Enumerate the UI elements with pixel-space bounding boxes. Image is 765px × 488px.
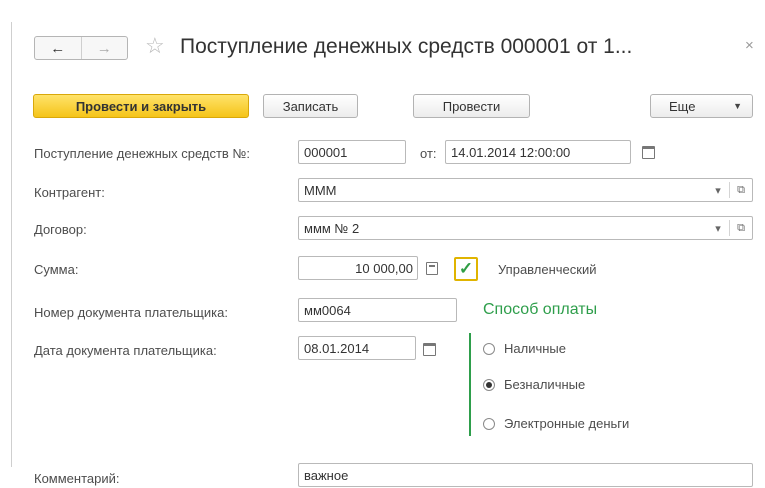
- close-icon[interactable]: ×: [745, 37, 754, 55]
- navigation-buttons: ← →: [34, 36, 128, 60]
- contract-value: ммм № 2: [304, 220, 360, 236]
- contract-field[interactable]: ммм № 2 ▾ ⧉: [298, 216, 753, 240]
- calendar-button[interactable]: [420, 340, 438, 358]
- checkmark-icon: ✓: [458, 259, 474, 278]
- managerial-checkbox[interactable]: ✓: [454, 257, 478, 281]
- post-and-close-button[interactable]: Провести и закрыть: [33, 94, 249, 118]
- payer-doc-date-field[interactable]: 08.01.2014: [298, 336, 416, 360]
- counterparty-field[interactable]: МММ ▾ ⧉: [298, 178, 753, 202]
- comment-field[interactable]: важное: [298, 463, 753, 487]
- favorite-star-icon[interactable]: ☆: [145, 34, 165, 58]
- radio-e-money[interactable]: [483, 418, 495, 430]
- counterparty-label: Контрагент:: [34, 185, 105, 200]
- amount-label: Сумма:: [34, 262, 79, 277]
- calculator-icon: [426, 261, 438, 275]
- payer-doc-number-label: Номер документа плательщика:: [34, 305, 228, 320]
- open-form-icon[interactable]: ⧉: [732, 181, 750, 199]
- amount-field[interactable]: 10 000,00: [298, 256, 418, 280]
- back-button[interactable]: ←: [35, 37, 81, 59]
- dropdown-arrow-icon[interactable]: ▾: [709, 181, 727, 199]
- radio-e-money-label[interactable]: Электронные деньги: [504, 416, 629, 432]
- radio-non-cash-label[interactable]: Безналичные: [504, 377, 585, 393]
- open-form-icon[interactable]: ⧉: [732, 219, 750, 237]
- radio-cash-label[interactable]: Наличные: [504, 341, 566, 357]
- counterparty-value: МММ: [304, 182, 337, 198]
- page-title: Поступление денежных средств 000001 от 1…: [180, 35, 633, 58]
- post-button[interactable]: Провести: [413, 94, 530, 118]
- doc-number-field[interactable]: 000001: [298, 140, 406, 164]
- forward-button[interactable]: →: [80, 37, 128, 59]
- divider: [729, 220, 730, 236]
- doc-number-label: Поступление денежных средств №:: [34, 146, 251, 161]
- back-arrow-icon: ←: [50, 39, 66, 57]
- contract-label: Договор:: [34, 222, 87, 237]
- calculator-button[interactable]: [423, 259, 441, 277]
- divider: [729, 182, 730, 198]
- more-label: Еще: [669, 98, 696, 114]
- payment-group-divider: [469, 333, 471, 436]
- forward-arrow-icon: →: [96, 39, 112, 57]
- contract-controls: ▾ ⧉: [709, 219, 750, 237]
- calendar-button[interactable]: [639, 143, 657, 161]
- save-button[interactable]: Записать: [263, 94, 358, 118]
- comment-label: Комментарий:: [34, 471, 120, 486]
- payment-method-title: Способ оплаты: [483, 301, 598, 318]
- calendar-icon: [641, 145, 655, 159]
- payer-doc-number-field[interactable]: мм0064: [298, 298, 457, 322]
- chevron-down-icon: ▼: [733, 101, 742, 111]
- payer-doc-date-label: Дата документа плательщика:: [34, 343, 217, 358]
- radio-non-cash[interactable]: [483, 379, 495, 391]
- radio-cash[interactable]: [483, 343, 495, 355]
- dropdown-arrow-icon[interactable]: ▾: [709, 219, 727, 237]
- managerial-label: Управленческий: [498, 262, 597, 277]
- calendar-icon: [422, 342, 436, 356]
- more-button[interactable]: Еще ▼: [650, 94, 753, 118]
- date-prefix-label: от:: [420, 146, 437, 161]
- document-date-field[interactable]: 14.01.2014 12:00:00: [445, 140, 631, 164]
- window-left-border: [11, 22, 12, 467]
- counterparty-controls: ▾ ⧉: [709, 181, 750, 199]
